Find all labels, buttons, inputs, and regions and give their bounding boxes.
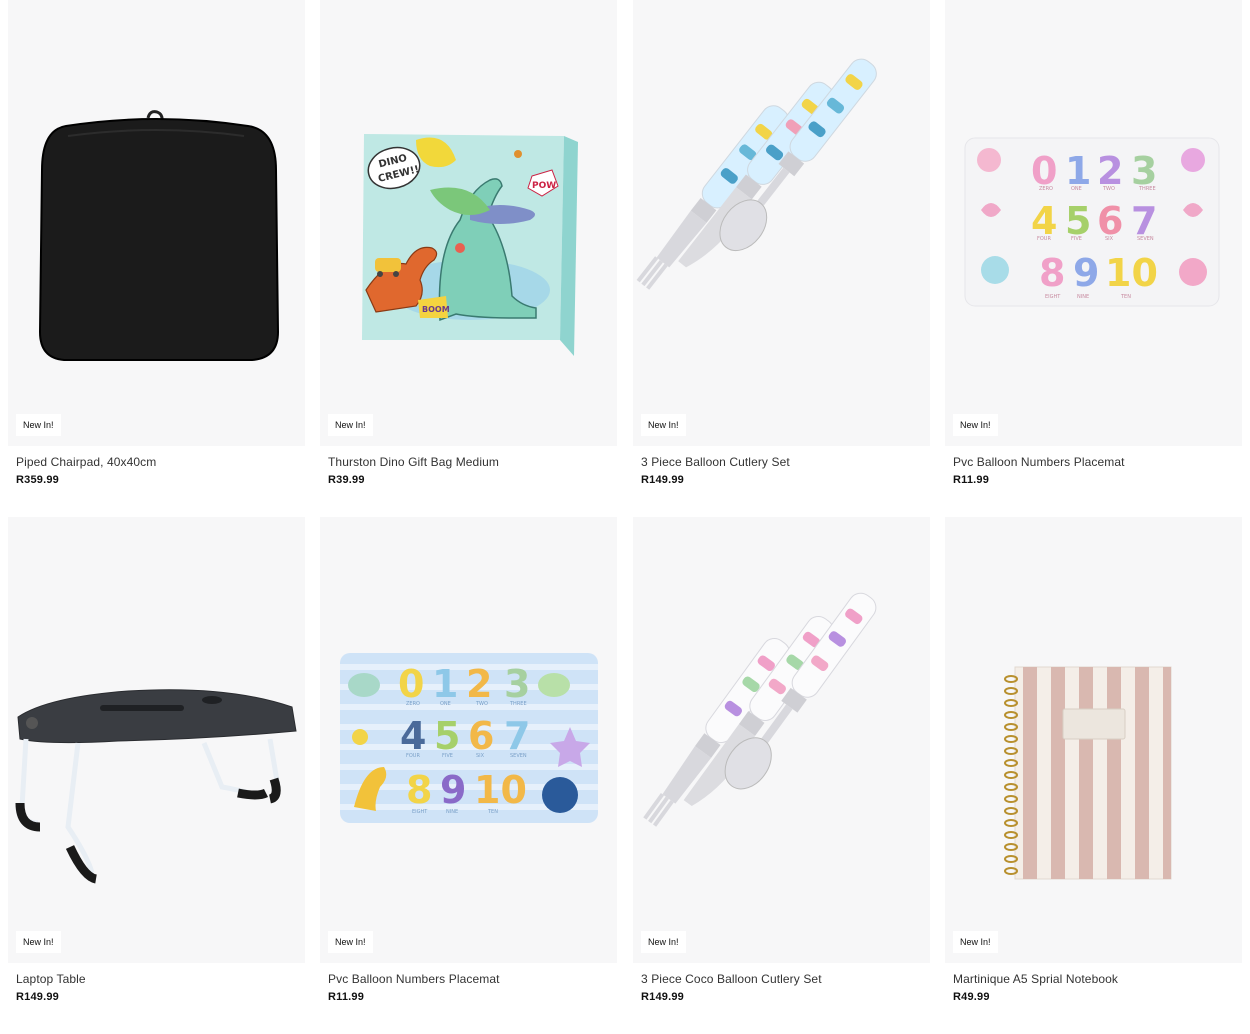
product-price: R149.99 [641,991,684,1003]
product-card[interactable]: New In! 3 Piece Coco Balloon Cutlery Set… [633,517,930,1017]
product-card[interactable]: New In! Martinique A5 Sprial Notebook R4… [945,517,1242,1017]
product-title[interactable]: 3 Piece Coco Balloon Cutlery Set [641,972,822,986]
svg-text:THREE: THREE [509,701,527,707]
new-in-badge: New In! [953,931,998,953]
new-in-badge: New In! [641,931,686,953]
new-in-badge: New In! [641,414,686,436]
product-price: R359.99 [16,474,59,486]
new-in-badge: New In! [328,414,373,436]
svg-text:SEVEN: SEVEN [1137,236,1154,242]
svg-text:0: 0 [398,662,424,706]
svg-text:NINE: NINE [1077,294,1089,300]
new-in-badge: New In! [953,414,998,436]
product-card[interactable]: New In! Piped Chairpad, 40x40cm R359.99 [8,0,305,500]
svg-text:TWO: TWO [1102,186,1115,192]
svg-text:2: 2 [466,662,492,706]
new-in-badge: New In! [16,931,61,953]
dino-gift-bag-image: DINO CREW!! POW BOOM [362,134,578,356]
product-title[interactable]: 3 Piece Balloon Cutlery Set [641,455,790,469]
product-price: R149.99 [16,991,59,1003]
svg-text:BOOM: BOOM [422,305,450,314]
product-title[interactable]: Martinique A5 Sprial Notebook [953,972,1118,986]
svg-text:ZERO: ZERO [406,701,420,707]
svg-text:NINE: NINE [446,809,458,815]
svg-text:EIGHT: EIGHT [1045,294,1061,300]
product-price: R11.99 [328,991,365,1003]
svg-text:9: 9 [440,768,466,812]
product-image[interactable]: New In! [945,517,1242,963]
product-image[interactable]: New In! [8,0,305,446]
svg-text:ONE: ONE [1071,186,1082,192]
svg-text:SIX: SIX [1105,236,1114,242]
svg-text:SIX: SIX [476,753,485,759]
svg-text:POW: POW [532,181,556,191]
laptop-table-image [15,689,297,884]
svg-text:7: 7 [504,714,530,758]
product-image[interactable]: DINO CREW!! POW BOOM New In! [320,0,617,446]
product-price: R149.99 [641,474,684,486]
svg-text:10: 10 [1105,251,1158,295]
product-title[interactable]: Pvc Balloon Numbers Placemat [953,455,1125,469]
product-price: R49.99 [953,991,990,1003]
cutlery-set-pink-image [643,592,877,827]
svg-text:TWO: TWO [475,701,488,707]
product-card[interactable]: New In! Laptop Table R149.99 [8,517,305,1017]
product-card[interactable]: 0 1 2 3 4 5 6 7 8 9 10 ZERO ONE TWO THRE… [945,0,1242,500]
svg-text:EIGHT: EIGHT [412,809,428,815]
svg-text:3: 3 [504,662,530,706]
svg-text:10: 10 [474,768,527,812]
new-in-badge: New In! [16,414,61,436]
product-title[interactable]: Laptop Table [16,972,86,986]
svg-text:8: 8 [406,768,432,812]
svg-text:ONE: ONE [440,701,451,707]
product-title[interactable]: Pvc Balloon Numbers Placemat [328,972,500,986]
svg-text:TEN: TEN [1120,294,1131,300]
product-title[interactable]: Piped Chairpad, 40x40cm [16,455,156,469]
cutlery-set-image [636,58,877,290]
product-card[interactable]: DINO CREW!! POW BOOM New In! Thurston Di… [320,0,617,500]
product-grid: New In! Piped Chairpad, 40x40cm R359.99 … [0,0,1250,1034]
product-image[interactable]: New In! [8,517,305,963]
black-chairpad-image [38,110,280,361]
product-image[interactable]: 0 1 2 3 4 5 6 7 8 9 10 ZERO ONE TWO THRE… [945,0,1242,446]
svg-text:9: 9 [1073,251,1099,295]
product-image[interactable]: New In! [633,0,930,446]
new-in-badge: New In! [328,931,373,953]
placemat-pink-image: 0 1 2 3 4 5 6 7 8 9 10 ZERO ONE TWO THRE… [964,137,1220,307]
svg-text:ZERO: ZERO [1039,186,1053,192]
svg-text:TEN: TEN [487,809,498,815]
placemat-blue-image: 0 1 2 3 4 5 6 7 8 9 10 ZERO ONE TWO THRE… [340,653,598,823]
svg-text:8: 8 [1039,251,1065,295]
product-image[interactable]: 0 1 2 3 4 5 6 7 8 9 10 ZERO ONE TWO THRE… [320,517,617,963]
svg-text:FIVE: FIVE [442,753,453,759]
svg-text:1: 1 [432,662,458,706]
svg-text:5: 5 [434,714,460,758]
svg-text:FOUR: FOUR [406,753,420,759]
product-image[interactable]: New In! [633,517,930,963]
svg-text:THREE: THREE [1138,186,1156,192]
product-title[interactable]: Thurston Dino Gift Bag Medium [328,455,499,469]
svg-text:FOUR: FOUR [1037,236,1051,242]
svg-text:FIVE: FIVE [1071,236,1082,242]
product-card[interactable]: 0 1 2 3 4 5 6 7 8 9 10 ZERO ONE TWO THRE… [320,517,617,1017]
product-price: R39.99 [328,474,365,486]
svg-text:6: 6 [468,714,494,758]
svg-text:4: 4 [400,714,426,758]
svg-text:SEVEN: SEVEN [510,753,527,759]
striped-notebook-image [1004,666,1172,880]
product-card[interactable]: New In! 3 Piece Balloon Cutlery Set R149… [633,0,930,500]
product-price: R11.99 [953,474,990,486]
